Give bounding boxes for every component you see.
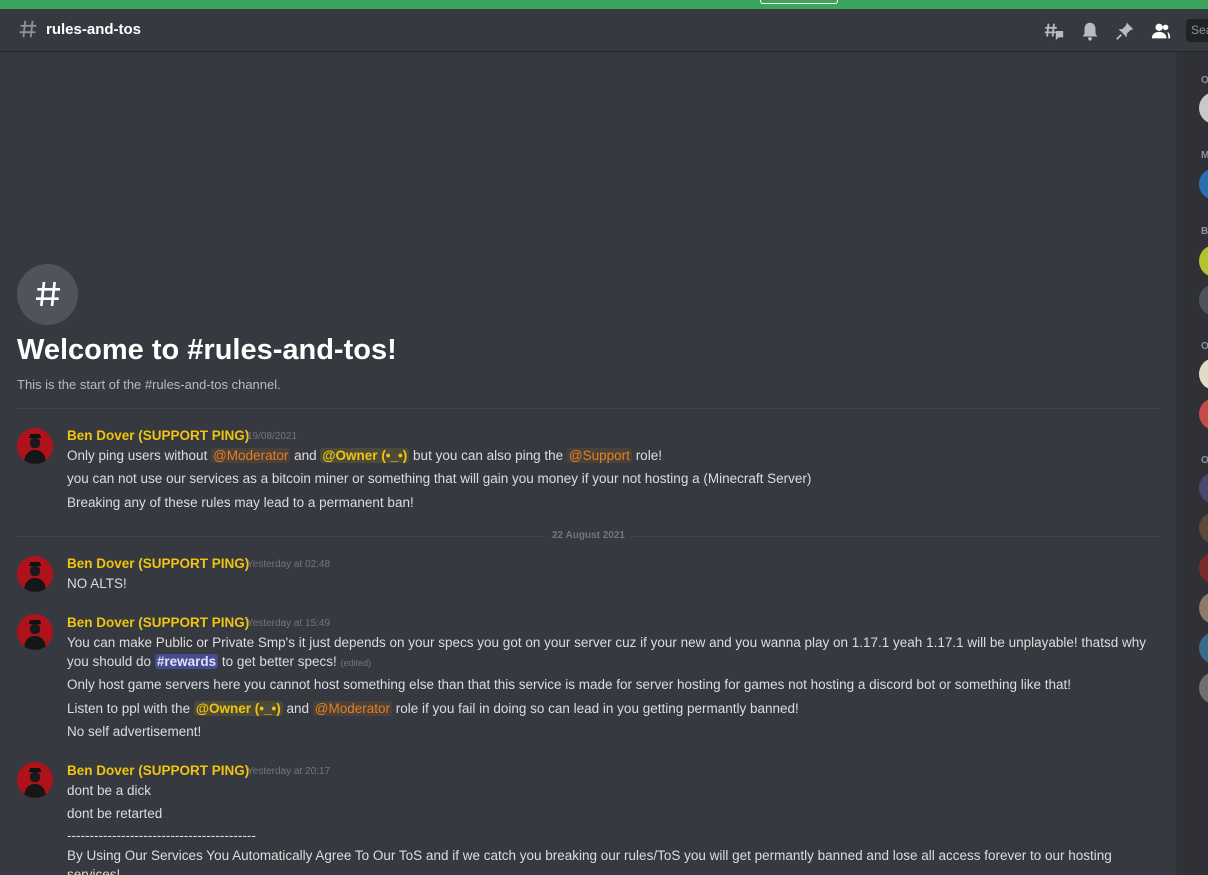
date-divider-label: 22 August 2021 [546, 530, 631, 541]
moderator-mention[interactable]: @Moderator [211, 448, 291, 463]
scrollbar[interactable] [1176, 52, 1184, 875]
message-line: You can make Public or Private Smp's it … [67, 635, 1146, 650]
text: role if you fail in doing so can lead in… [395, 701, 799, 716]
channel-title: rules-and-tos [46, 21, 142, 38]
message-line: services! [67, 867, 121, 875]
text: and [294, 448, 317, 463]
member-category-label: O [1201, 341, 1208, 352]
member-category-label: B [1201, 226, 1208, 237]
channel-hash-icon [19, 20, 37, 38]
message-line: you can not use our services as a bitcoi… [67, 471, 812, 486]
threads-icon[interactable] [1043, 20, 1065, 42]
channel-welcome-icon [17, 264, 78, 325]
text: Only ping users without [67, 448, 208, 463]
text: to get better specs! [221, 654, 337, 669]
member-category-label: M [1201, 150, 1208, 161]
message-timestamp: Yesterday at 20:17 [247, 766, 331, 777]
message-line: ----------------------------------------… [67, 828, 256, 843]
message-line: Breaking any of these rules may lead to … [67, 495, 414, 510]
text: and [286, 701, 310, 716]
message-line: Only host game servers here you cannot h… [67, 677, 1072, 692]
member-avatar[interactable] [1199, 592, 1208, 624]
avatar[interactable] [17, 556, 53, 592]
avatar-figure-icon [24, 620, 46, 650]
channel-link-rewards[interactable]: #rewards [154, 654, 219, 669]
text: you should do [67, 654, 152, 669]
message-line: NO ALTS! [67, 576, 127, 591]
message-line: Only ping users without @Moderator and @… [67, 448, 662, 463]
member-avatar[interactable] [1199, 245, 1208, 277]
member-avatar[interactable] [1199, 632, 1208, 664]
search-input[interactable]: Sea [1186, 19, 1208, 42]
bell-icon[interactable] [1079, 20, 1101, 42]
avatar[interactable] [17, 614, 53, 650]
members-icon[interactable] [1150, 20, 1172, 42]
hash-icon [36, 281, 60, 307]
message-timestamp: Yesterday at 02:48 [247, 559, 331, 570]
message-author[interactable]: Ben Dover (SUPPORT PING) [67, 615, 249, 630]
support-mention[interactable]: @Support [566, 448, 632, 463]
member-avatar[interactable] [1199, 92, 1208, 124]
avatar-figure-icon [24, 434, 46, 464]
text: but you can also ping the [413, 448, 564, 463]
message-line: No self advertisement! [67, 724, 202, 739]
message-timestamp: 19/08/2021 [247, 431, 298, 442]
edited-label: (edited) [340, 658, 372, 668]
notice-bar [0, 0, 1208, 9]
member-avatar[interactable] [1199, 358, 1208, 390]
message-list: Welcome to #rules-and-tos! This is the s… [0, 52, 1176, 875]
notice-button[interactable] [760, 0, 838, 4]
member-list: O M B O O [1184, 52, 1208, 875]
owner-mention[interactable]: @Owner (•_•) [193, 701, 283, 716]
member-avatar[interactable] [1199, 552, 1208, 584]
divider [17, 408, 1158, 409]
avatar-figure-icon [24, 768, 46, 798]
member-avatar[interactable] [1199, 472, 1208, 504]
message-line: By Using Our Services You Automatically … [67, 848, 1112, 863]
text: role! [635, 448, 662, 463]
message-timestamp: Yesterday at 15:49 [247, 618, 331, 629]
member-category-label: O [1201, 75, 1208, 86]
member-avatar[interactable] [1199, 398, 1208, 430]
text: Listen to ppl with the [67, 701, 191, 716]
message-line: dont be a dick [67, 783, 152, 798]
member-avatar[interactable] [1199, 672, 1208, 704]
message-line: dont be retarted [67, 806, 163, 821]
owner-mention[interactable]: @Owner (•_•) [320, 448, 410, 463]
member-avatar[interactable] [1199, 168, 1208, 200]
avatar[interactable] [17, 428, 53, 464]
member-category-label: O [1201, 455, 1208, 466]
avatar-figure-icon [24, 562, 46, 592]
message-author[interactable]: Ben Dover (SUPPORT PING) [67, 556, 249, 571]
member-avatar[interactable] [1199, 284, 1208, 316]
welcome-subtitle: This is the start of the #rules-and-tos … [17, 377, 281, 392]
message-line: Listen to ppl with the @Owner (•_•) and … [67, 701, 799, 716]
pin-icon[interactable] [1114, 20, 1136, 42]
welcome-title: Welcome to #rules-and-tos! [17, 334, 397, 366]
member-avatar[interactable] [1199, 512, 1208, 544]
message-author[interactable]: Ben Dover (SUPPORT PING) [67, 763, 249, 778]
moderator-mention[interactable]: @Moderator [312, 701, 393, 716]
avatar[interactable] [17, 762, 53, 798]
channel-header: rules-and-tos Sea [0, 9, 1208, 52]
message-author[interactable]: Ben Dover (SUPPORT PING) [67, 428, 249, 443]
message-line: you should do #rewards to get better spe… [67, 654, 371, 669]
